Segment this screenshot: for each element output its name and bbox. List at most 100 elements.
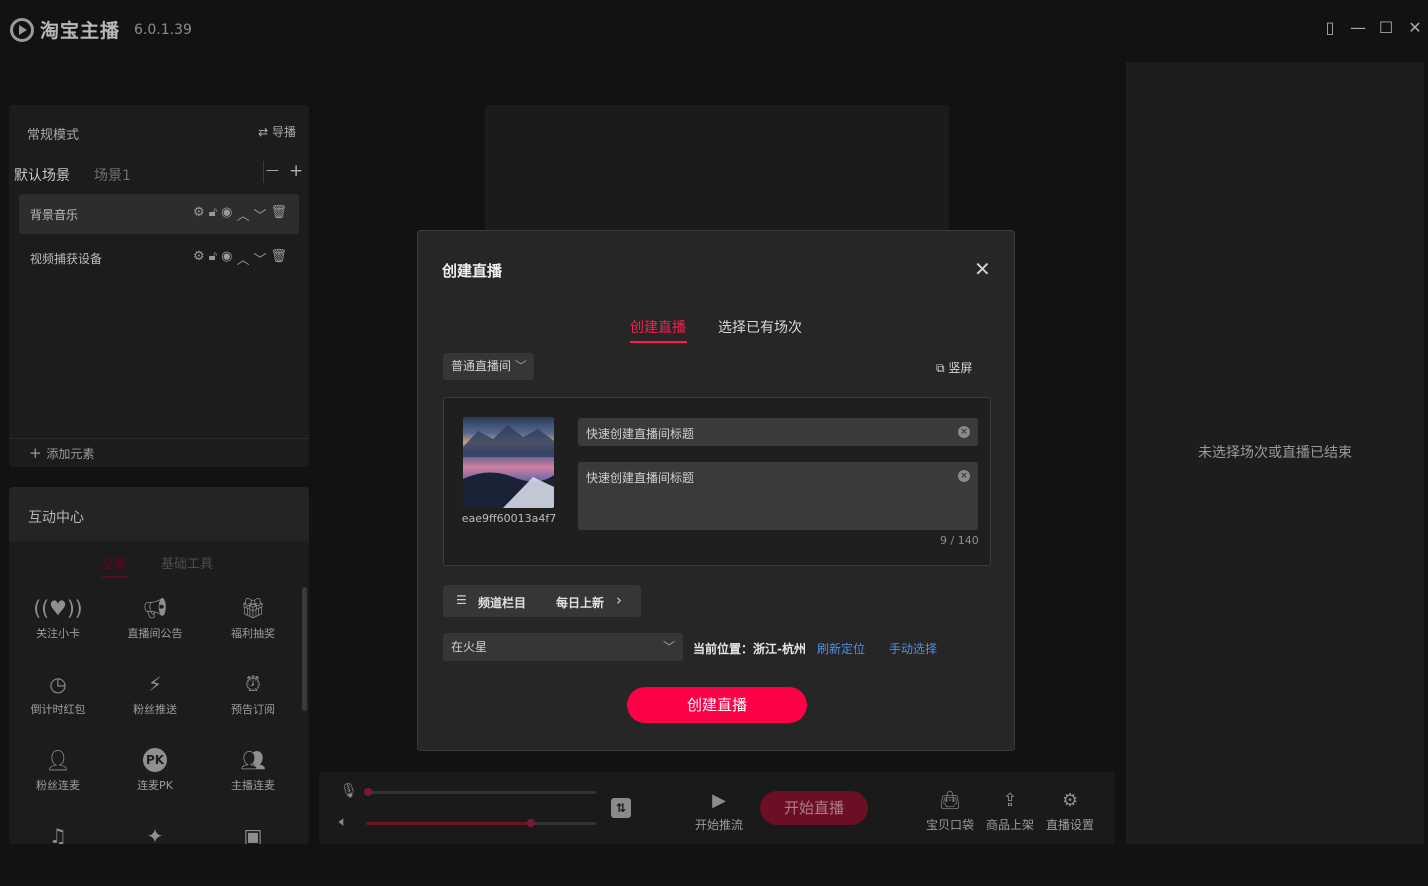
live-settings-label: 直播设置 [1046,818,1095,832]
tab-underline [101,576,129,578]
maximize-button[interactable]: ☐ [1376,18,1396,38]
interaction-scrollbar[interactable] [302,587,307,711]
move-down-icon[interactable]: ﹀ [253,249,266,268]
room-type-select[interactable]: 普通直播间 ﹀ [443,353,534,380]
settings-icon[interactable]: ⚙ [193,249,205,268]
dialog-title: 创建直播 [442,262,503,280]
refresh-location-link[interactable]: 刷新定位 [817,640,865,657]
chevron-right-icon: › [616,591,622,609]
tool-fan-mic[interactable]: 👤︎ 粉丝连麦 [9,747,107,793]
tab-create-live[interactable]: 创建直播 [630,317,686,337]
live-title-input[interactable]: 快速创建直播间标题 × [578,418,978,446]
create-live-dialog: 创建直播 ✕ 创建直播 选择已有场次 普通直播间 ﹀ ⧉ 竖屏 eae9ff60… [417,230,1015,751]
scene-tabs: 默认场景 场景1 — + [9,161,309,187]
tool-follow-card[interactable]: ((♥)) 关注小卡 [9,595,107,641]
tab-scene-1[interactable]: 场景1 [94,165,131,185]
mic-volume-knob[interactable] [364,788,372,796]
channel-selector[interactable]: ☰ 频道栏目 每日上新 › [443,585,641,617]
app-logo: 淘宝主播 6.0.1.39 [10,16,192,43]
cover-image[interactable] [463,417,554,508]
speaker-icon[interactable]: 🔈︎ [339,814,347,830]
close-icon[interactable]: ✕ [974,257,991,281]
file-icon[interactable]: ▯ [1320,18,1340,38]
gear-icon: ⚙ [1061,790,1079,811]
no-session-message: 未选择场次或直播已结束 [1198,445,1352,461]
add-element-button[interactable]: + 添加元素 [29,444,94,462]
move-down-icon[interactable]: ﹀ [253,205,266,224]
live-info-card: eae9ff60013a4f7 快速创建直播间标题 × 快速创建直播间标题 × … [443,397,991,566]
tool-robot[interactable]: ▣ [204,823,302,844]
speaker-volume-fill [366,822,529,825]
move-up-icon[interactable]: ︿ [236,249,249,268]
tool-announcement[interactable]: 📢︎ 直播间公告 [106,595,204,641]
tool-lottery[interactable]: 🎁︎ 福利抽奖 [204,595,302,641]
remove-scene-button[interactable]: — [266,163,279,178]
mic-volume-slider[interactable] [364,788,596,796]
source-row-video-capture[interactable]: 视频捕获设备 ⚙ 🔓︎ ◉ ︿ ﹀ 🗑︎ [19,238,299,278]
current-location: 当前位置：浙江-杭州 [693,642,806,656]
trash-icon[interactable]: 🗑︎ [270,205,287,224]
manual-select-link[interactable]: 手动选择 [889,640,937,657]
cover-landscape-icon [463,425,554,508]
tab-select-existing[interactable]: 选择已有场次 [718,317,802,337]
portrait-toggle[interactable]: ⧉ 竖屏 [936,359,972,376]
lock-icon[interactable]: 🔓︎ [209,205,217,224]
list-icon: ☰ [456,593,467,607]
speaker-volume-knob[interactable] [527,819,535,827]
portrait-icon: ⧉ [936,361,949,375]
tool-label: 连麦PK [137,779,173,792]
add-scene-button[interactable]: + [289,161,303,181]
tool-mic-pk[interactable]: PK 连麦PK [106,747,204,793]
microphone-icon[interactable]: 🎙︎ [340,783,358,799]
move-up-icon[interactable]: ︿ [236,205,249,224]
list-product-label: 商品上架 [986,818,1035,832]
anchor-mic-icon: 👥︎ [240,748,266,772]
description-placeholder: 快速创建直播间标题 [586,471,695,485]
room-type-value: 普通直播间 [451,359,512,373]
video-camera-icon: ▶︎ [712,790,726,811]
source-row-bgm[interactable]: 背景音乐 ⚙ 🔓︎ ◉ ︿ ﹀ 🗑︎ [19,194,299,234]
settings-icon[interactable]: ⚙ [193,205,205,224]
product-bag-label: 宝贝口袋 [926,818,975,832]
tab-default-scene[interactable]: 默认场景 [14,165,70,185]
minimize-button[interactable]: — [1348,18,1368,38]
speaker-volume-slider[interactable] [366,819,596,827]
tab-divider [263,161,264,183]
eye-icon[interactable]: ◉ [221,205,232,224]
location-select[interactable]: 在火星 ﹀ [443,633,683,661]
tool-effect[interactable]: ✦ [106,823,204,844]
start-push-button[interactable]: ▶︎ 开始推流 [695,790,743,833]
clear-icon[interactable]: × [958,426,970,438]
audio-mixer-icon[interactable]: ⇅ [611,798,631,818]
char-counter: 9 / 140 [940,534,979,547]
channel-label: 频道栏目 [478,596,527,610]
start-push-label: 开始推流 [695,818,744,832]
list-product-button[interactable]: ⇪ 商品上架 [986,790,1034,833]
tool-anchor-mic[interactable]: 👥︎ 主播连麦 [204,747,302,793]
tool-label: 倒计时红包 [30,703,86,716]
lock-icon[interactable]: 🔓︎ [209,249,217,268]
eye-icon[interactable]: ◉ [221,249,232,268]
trash-icon[interactable]: 🗑︎ [270,249,287,268]
tool-preview-subscribe[interactable]: ⏰︎ 预告订阅 [204,671,302,717]
clear-icon[interactable]: × [958,470,970,482]
guide-button[interactable]: ⇄ 导播 [258,123,296,140]
tool-label: 福利抽奖 [231,627,275,640]
live-settings-button[interactable]: ⚙ 直播设置 [1046,790,1094,833]
star-effect-icon: ✦ [146,824,164,844]
tab-all[interactable]: 全部 [101,553,127,572]
bag-icon: 👜︎ [938,790,962,811]
product-bag-button[interactable]: 👜︎ 宝贝口袋 [926,790,974,833]
tool-fan-push[interactable]: ⚡︎ 粉丝推送 [106,671,204,717]
channel-value: 每日上新 [556,596,605,610]
close-window-button[interactable]: ✕ [1405,18,1425,38]
tab-basic-tools[interactable]: 基础工具 [161,553,213,572]
live-description-input[interactable]: 快速创建直播间标题 × [578,462,978,530]
create-live-button[interactable]: 创建直播 [627,687,807,723]
tool-countdown-redpacket[interactable]: ◷ 倒计时红包 [9,671,107,717]
tool-music[interactable]: ♫ [9,823,107,844]
start-live-button[interactable]: 开始直播 [760,791,868,825]
interaction-center: 互动中心 全部 基础工具 ((♥)) 关注小卡 📢︎ 直播间公告 🎁︎ 福利抽奖… [9,487,309,844]
scene-panel: 常规模式 ⇄ 导播 默认场景 场景1 — + 背景音乐 ⚙ 🔓︎ ◉ ︿ ﹀ 🗑… [9,105,309,467]
alarm-clock-icon: ⏰︎ [245,672,261,696]
